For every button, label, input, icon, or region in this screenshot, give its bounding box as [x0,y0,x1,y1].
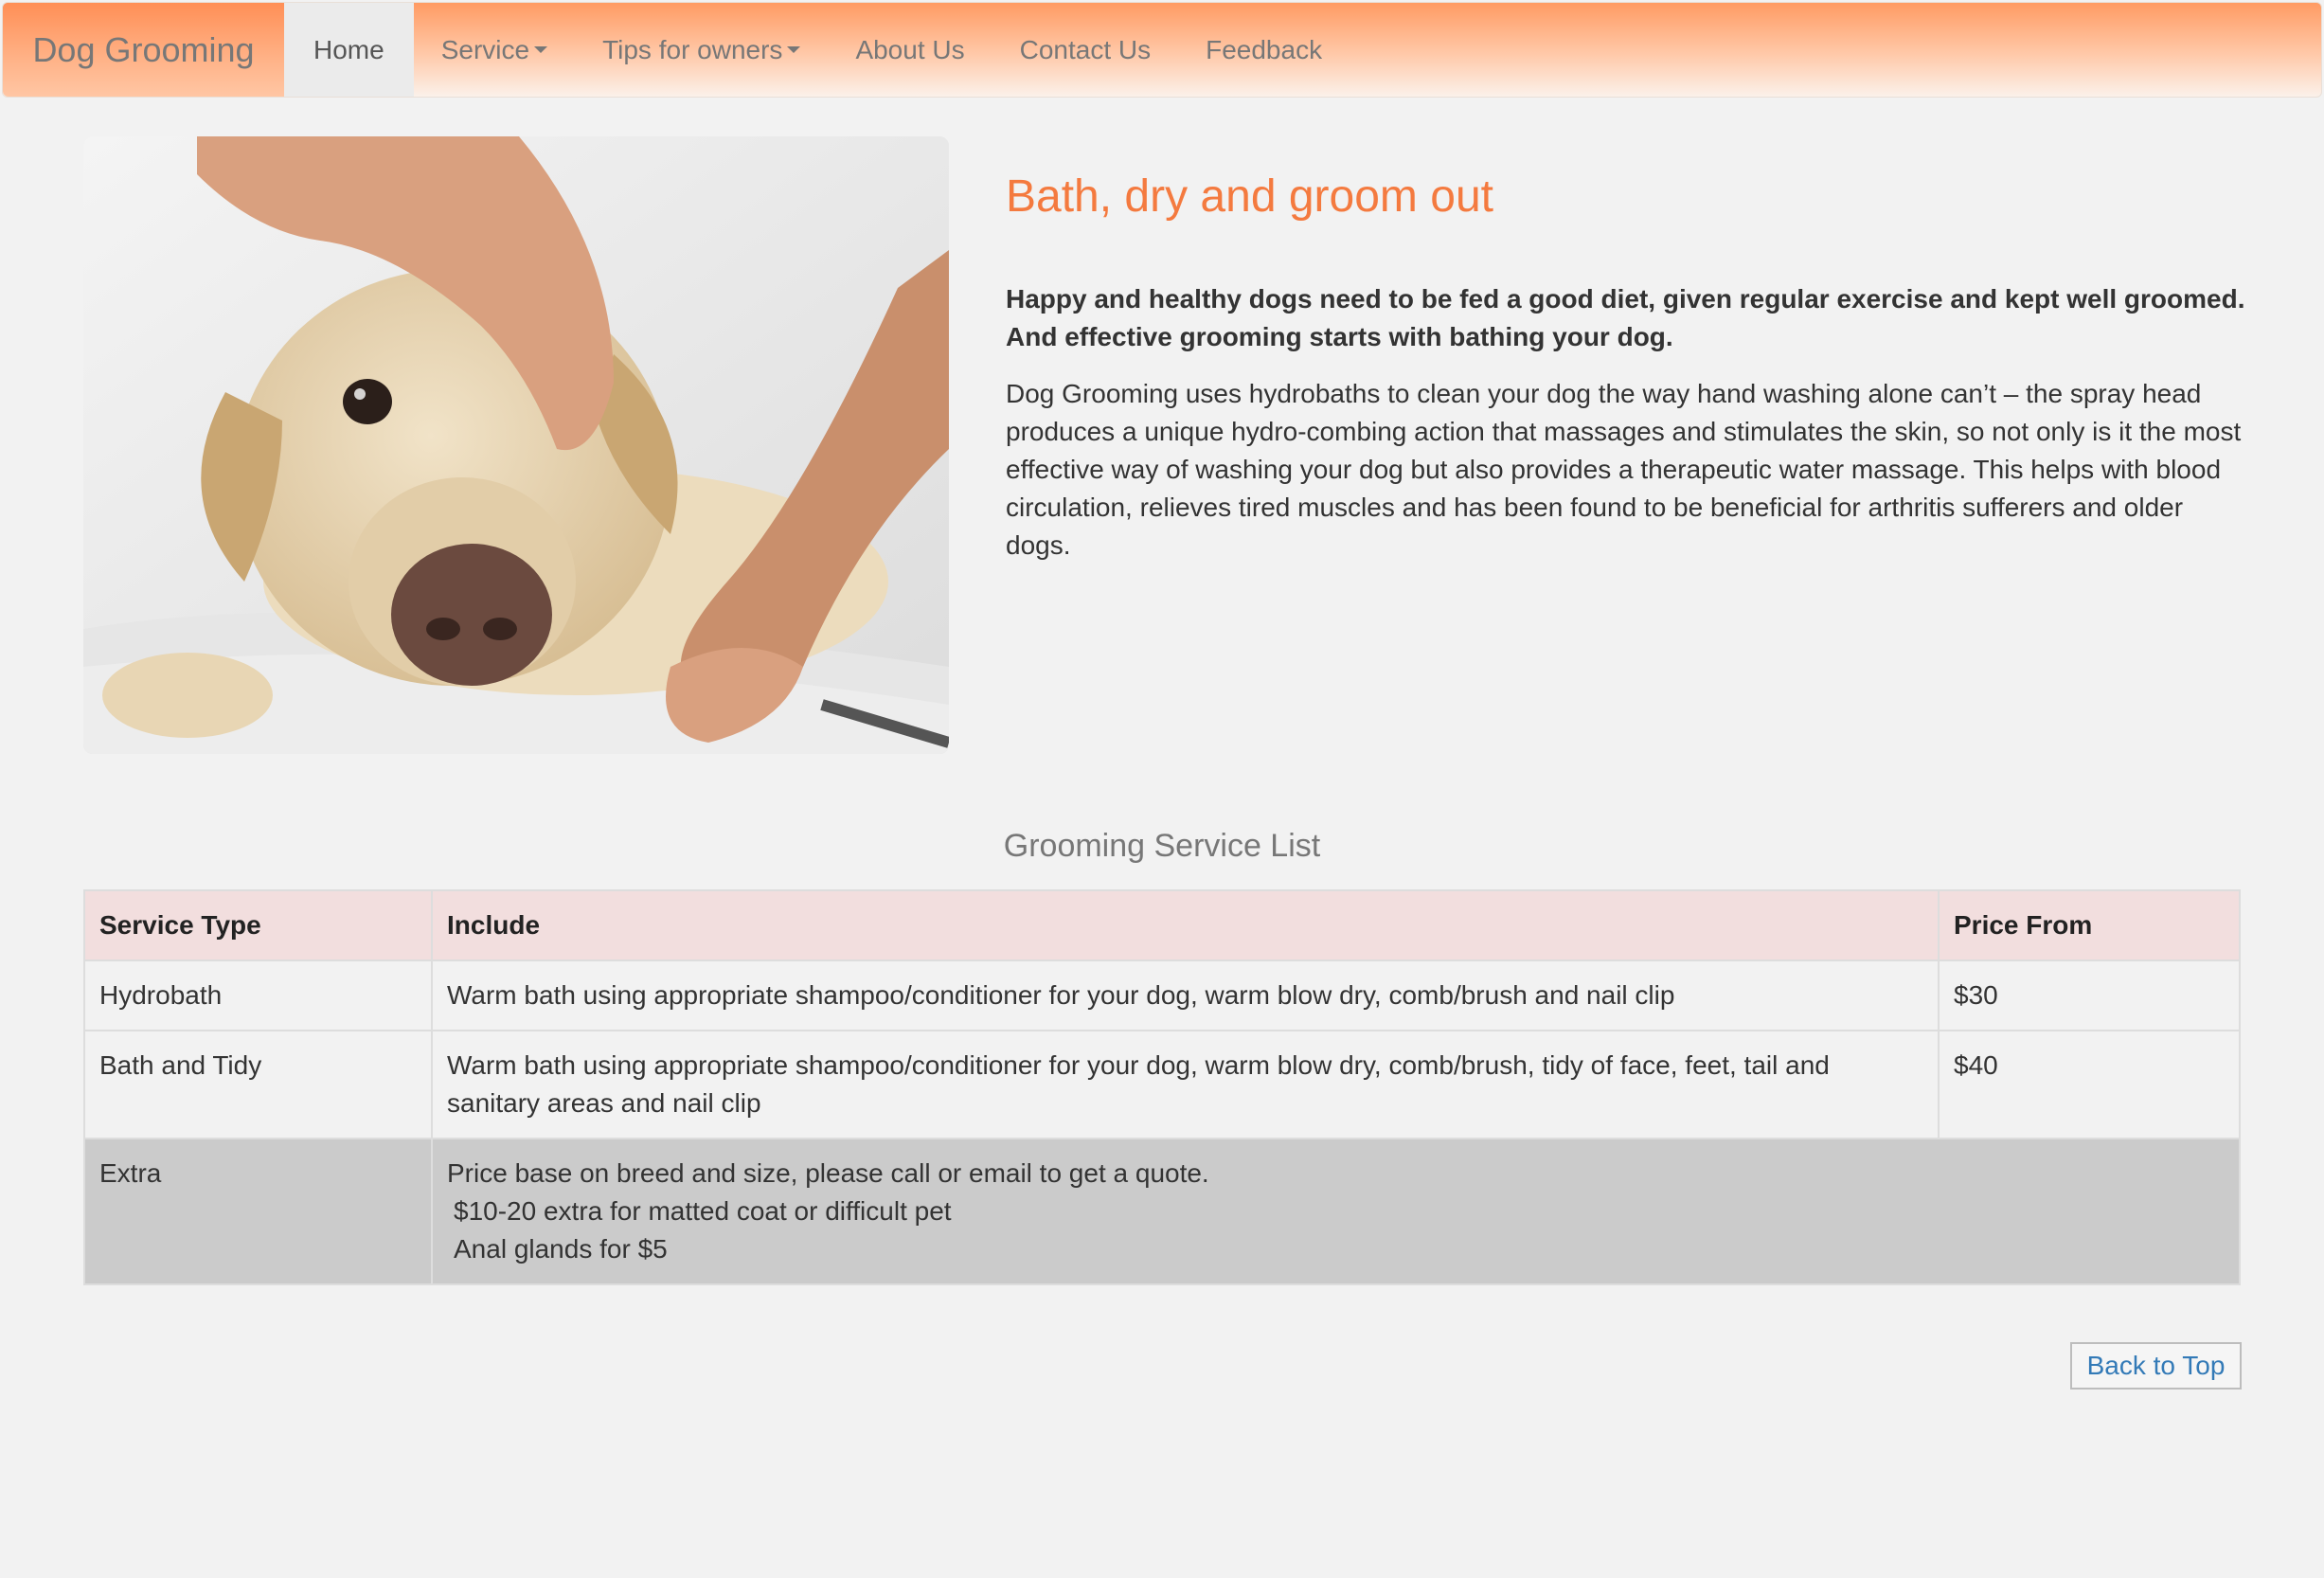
cell-include: Warm bath using appropriate shampoo/cond… [431,1030,1940,1139]
dog-bath-photo [83,136,949,754]
hero-lead-text: Happy and healthy dogs need to be fed a … [1006,284,2245,351]
nav-item-tips-for-owners[interactable]: Tips for owners [575,3,828,97]
nav-item-label: About Us [855,34,965,64]
cell-include: Warm bath using appropriate shampoo/cond… [431,959,1940,1031]
cell-service-type: Extra [83,1138,433,1285]
header-price-from: Price From [1938,889,2241,961]
service-list-caption: Grooming Service List [1003,828,1321,864]
table-row: Bath and Tidy Warm bath using appropriat… [83,1030,2241,1139]
nav-item-home[interactable]: Home [284,3,414,97]
service-table: Service Type Include Price From Hydrobat… [83,889,2241,1285]
nav-item-label: Tips for owners [602,34,783,64]
extra-line: Anal glands for $5 [454,1234,668,1264]
cell-extra-details: Price base on breed and size, please cal… [431,1138,2241,1285]
brand-link[interactable]: Dog Grooming [3,3,284,97]
cell-price: $40 [1938,1030,2241,1139]
table-row-extra: Extra Price base on breed and size, plea… [83,1138,2241,1285]
caret-down-icon [534,46,548,53]
nav-item-label: Home [313,34,384,64]
table-row: Hydrobath Warm bath using appropriate sh… [83,959,2241,1031]
extra-line: $10-20 extra for matted coat or difficul… [454,1196,952,1226]
nav-item-service[interactable]: Service [414,3,575,97]
cell-service-type: Hydrobath [83,959,433,1031]
table-header-row: Service Type Include Price From [83,889,2241,961]
caret-down-icon [787,46,801,53]
nav-item-feedback[interactable]: Feedback [1178,3,1350,97]
header-include: Include [431,889,1940,961]
dog-bath-illustration [83,136,949,754]
nav-item-contact-us[interactable]: Contact Us [992,3,1179,97]
nav-item-label: Service [440,34,530,64]
nav-item-label: Feedback [1206,34,1323,64]
hero-title: Bath, dry and groom out [1006,171,1493,222]
hero-body-text: Dog Grooming uses hydrobaths to clean yo… [1006,379,2242,560]
back-to-top-button[interactable]: Back to Top [2070,1342,2242,1390]
nav-item-label: Contact Us [1019,34,1152,64]
cell-service-type: Bath and Tidy [83,1030,433,1139]
cell-price: $30 [1938,959,2241,1031]
nav-item-about-us[interactable]: About Us [828,3,992,97]
header-service-type: Service Type [83,889,433,961]
top-navbar: Dog Grooming Home Service Tips for owner… [2,2,2322,98]
extra-line: Price base on breed and size, please cal… [447,1158,1209,1188]
